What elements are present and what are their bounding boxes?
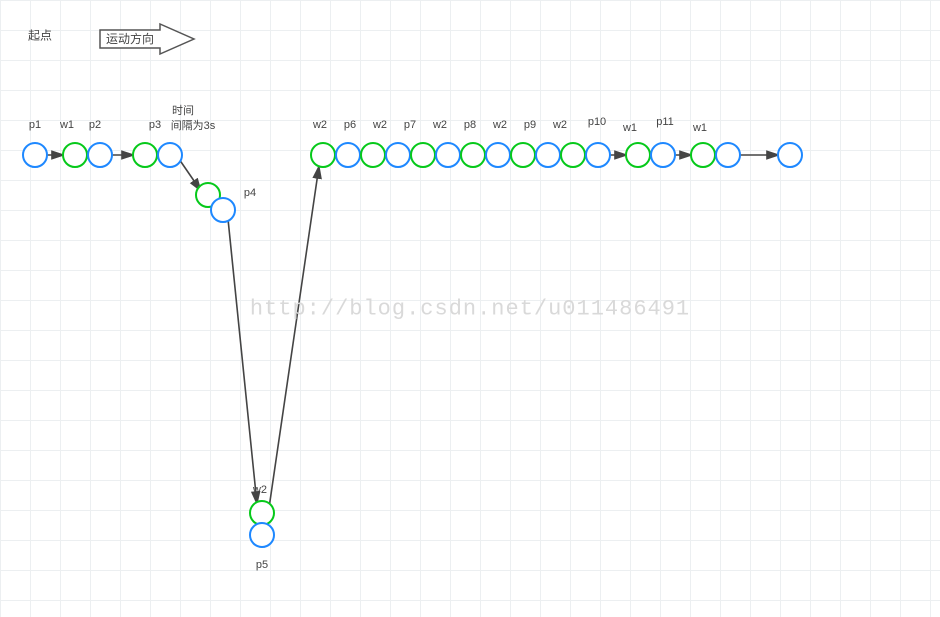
node-b2 bbox=[715, 142, 741, 168]
label-p11: p11 bbox=[656, 116, 674, 128]
node-p4 bbox=[210, 197, 236, 223]
connector bbox=[269, 166, 319, 508]
label-p6: p6 bbox=[344, 119, 356, 131]
label-w1c: w1 bbox=[693, 122, 707, 134]
node-w2c bbox=[410, 142, 436, 168]
diagram-canvas: 起点 运动方向 时间 间隔为3s p1w1p2p3p4p5w2w2p6w2p7w… bbox=[0, 0, 940, 617]
node-w2d bbox=[460, 142, 486, 168]
node-g5 bbox=[690, 142, 716, 168]
node-p9 bbox=[485, 142, 511, 168]
label-w2b: w2 bbox=[373, 119, 387, 131]
label-w1b: w1 bbox=[623, 122, 637, 134]
node-w1a bbox=[62, 142, 88, 168]
node-p1 bbox=[22, 142, 48, 168]
node-w2a bbox=[310, 142, 336, 168]
label-p2: p2 bbox=[89, 119, 101, 131]
node-w2b bbox=[360, 142, 386, 168]
node-p5 bbox=[249, 522, 275, 548]
node-g1 bbox=[132, 142, 158, 168]
node-p6 bbox=[335, 142, 361, 168]
node-g4 bbox=[625, 142, 651, 168]
label-p5: p5 bbox=[256, 559, 268, 571]
node-p7 bbox=[385, 142, 411, 168]
label-w2a: w2 bbox=[313, 119, 327, 131]
node-p3 bbox=[157, 142, 183, 168]
label-p8: p8 bbox=[464, 119, 476, 131]
label-w2d: w2 bbox=[493, 119, 507, 131]
node-p2 bbox=[87, 142, 113, 168]
label-p10: p10 bbox=[588, 116, 606, 128]
node-p8 bbox=[435, 142, 461, 168]
label-p7: p7 bbox=[404, 119, 416, 131]
node-b1 bbox=[535, 142, 561, 168]
label-p4: p4 bbox=[244, 187, 256, 199]
watermark: http://blog.csdn.net/u011486491 bbox=[250, 296, 690, 321]
label-w2e: w2 bbox=[553, 119, 567, 131]
node-w2e bbox=[510, 142, 536, 168]
label-p9: p9 bbox=[524, 119, 536, 131]
label-p1: p1 bbox=[29, 119, 41, 131]
node-p11b bbox=[650, 142, 676, 168]
label-w2c: w2 bbox=[433, 119, 447, 131]
label-w1a: w1 bbox=[60, 119, 74, 131]
node-g3 bbox=[560, 142, 586, 168]
label-p3: p3 bbox=[149, 119, 161, 131]
connector bbox=[228, 219, 257, 504]
label-w2f: w2 bbox=[253, 484, 267, 496]
node-p10b bbox=[585, 142, 611, 168]
node-bLast bbox=[777, 142, 803, 168]
